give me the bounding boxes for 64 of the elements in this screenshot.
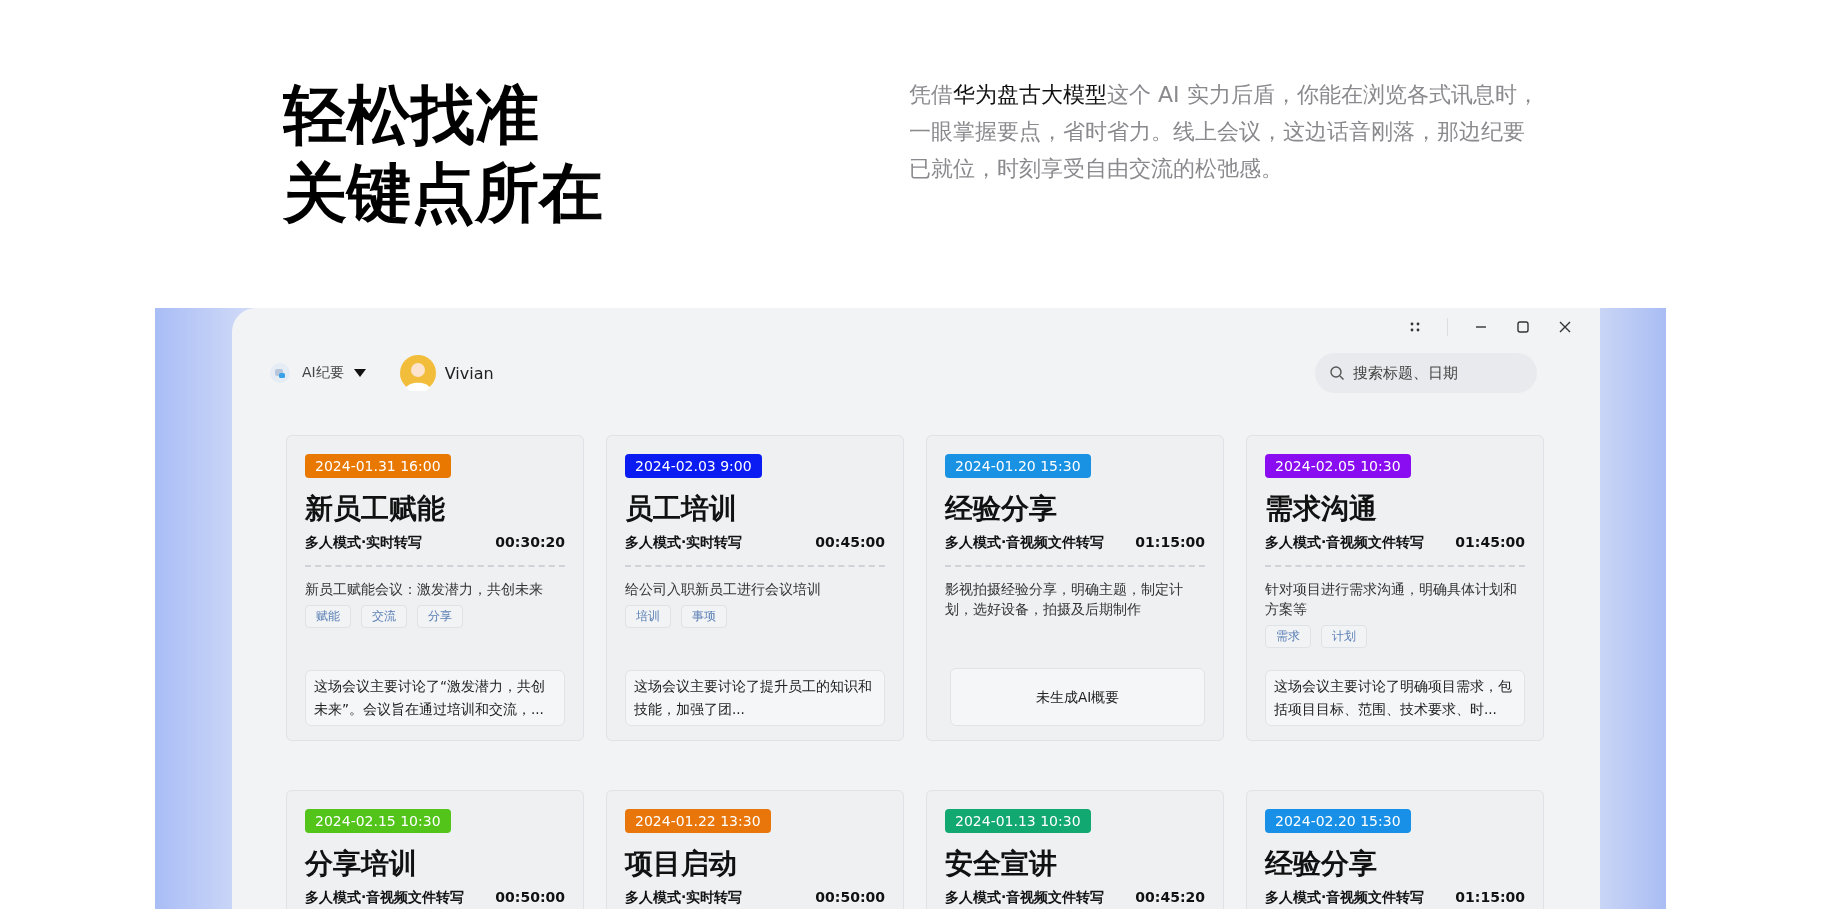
meeting-card[interactable]: 2024-01.22 13:30 项目启动 多人模式·实时转写 00:50:00 <box>606 790 904 909</box>
date-badge: 2024-02.15 10:30 <box>305 809 451 833</box>
meeting-duration: 01:15:00 <box>1135 534 1205 551</box>
meeting-duration: 00:30:20 <box>495 534 565 551</box>
tag-chip[interactable]: 交流 <box>361 605 407 628</box>
meeting-title: 经验分享 <box>945 492 1057 526</box>
app-menu-dropdown[interactable]: AI纪要 <box>302 364 366 382</box>
meeting-card[interactable]: 2024-01.13 10:30 安全宣讲 多人模式·音视频文件转写 00:45:20 <box>926 790 1224 909</box>
meeting-duration: 01:15:00 <box>1455 889 1525 906</box>
tag-chip[interactable]: 培训 <box>625 605 671 628</box>
meeting-title: 经验分享 <box>1265 847 1377 881</box>
tag-chip[interactable]: 分享 <box>417 605 463 628</box>
date-badge: 2024-02.05 10:30 <box>1265 454 1411 478</box>
meeting-description: 新员工赋能会议：激发潜力，共创未来 <box>305 580 543 599</box>
meeting-duration: 00:45:00 <box>815 534 885 551</box>
transcription-mode: 多人模式·实时转写 <box>625 534 743 551</box>
date-badge: 2024-01.13 10:30 <box>945 809 1091 833</box>
meeting-duration: 00:45:20 <box>1135 889 1205 906</box>
meeting-title: 安全宣讲 <box>945 847 1057 881</box>
intro-paragraph: 凭借华为盘古大模型这个 AI 实力后盾，你能在浏览各式讯息时，一眼掌握要点，省时省力。线上会议，这边话音刚落，那边纪要已就位，时刻享受自由交流的松弛感。 <box>909 81 1539 183</box>
app-logo-icon <box>270 363 290 383</box>
caret-icon <box>353 369 366 377</box>
transcription-mode: 多人模式·音视频文件转写 <box>1265 889 1425 906</box>
meeting-card[interactable]: 2024-01.20 15:30 经验分享 多人模式·音视频文件转写 01:15:00 影视拍摄经验分享，明确主题，制定计划，选好设备，拍摄及后期制作 未生成AI概要 <box>926 435 1224 741</box>
transcription-mode: 多人模式·音视频文件转写 <box>1265 534 1425 551</box>
transcription-mode: 多人模式·音视频文件转写 <box>945 889 1105 906</box>
meeting-title: 新员工赋能 <box>305 492 445 526</box>
tag-chip[interactable]: 计划 <box>1321 625 1367 648</box>
meeting-card[interactable]: 2024-02.03 9:00 员工培训 多人模式·实时转写 00:45:00 给公司入职新员工进行会议培训 培训 事项 这场会议主要讨论了提升员工的知识和技能，加强了团... <box>606 435 904 741</box>
date-badge: 2024-01.22 13:30 <box>625 809 771 833</box>
search-field[interactable]: 搜索标题、日期 <box>1315 353 1537 393</box>
meeting-title: 项目启动 <box>625 847 737 881</box>
summary-placeholder: 未生成AI概要 <box>950 668 1205 726</box>
date-badge: 2024-02.20 15:30 <box>1265 809 1411 833</box>
meeting-duration: 00:50:00 <box>495 889 565 906</box>
meeting-title: 员工培训 <box>625 492 737 526</box>
search-icon <box>1329 365 1345 381</box>
meeting-duration: 00:50:00 <box>815 889 885 906</box>
tag-chip[interactable]: 事项 <box>681 605 727 628</box>
meeting-card[interactable]: 2024-02.05 10:30 需求沟通 多人模式·音视频文件转写 01:45:00 针对项目进行需求沟通，明确具体计划和方案等 需求 计划 这场会议主要讨论了明确项目需求，包括项目目标、范围、技术要求、时... <box>1246 435 1544 741</box>
meeting-title: 分享培训 <box>305 847 417 881</box>
date-badge: 2024-01.20 15:30 <box>945 454 1091 478</box>
meeting-card[interactable]: 2024-02.15 10:30 分享培训 多人模式·音视频文件转写 00:50:00 <box>286 790 584 909</box>
date-badge: 2024-01.31 16:00 <box>305 454 451 478</box>
date-badge: 2024-02.03 9:00 <box>625 454 762 478</box>
avatar-icon <box>399 355 436 391</box>
meeting-description: 影视拍摄经验分享，明确主题，制定计划，选好设备，拍摄及后期制作 <box>945 580 1184 619</box>
maximize-icon[interactable] <box>1514 318 1532 336</box>
meeting-card[interactable]: 2024-01.31 16:00 新员工赋能 多人模式·实时转写 00:30:20 新员工赋能会议：激发潜力，共创未来 赋能 交流 分享 这场会议主要讨论了“激发潜力，共创未来”。会议旨在通过培训和交流，... <box>286 435 584 741</box>
user-name: Vivian <box>444 363 494 383</box>
tag-chip[interactable]: 赋能 <box>305 605 351 628</box>
meeting-title: 需求沟通 <box>1265 492 1377 526</box>
ai-summary: 这场会议主要讨论了明确项目需求，包括项目目标、范围、技术要求、时... <box>1265 670 1525 726</box>
meeting-duration: 01:45:00 <box>1455 534 1525 551</box>
transcription-mode: 多人模式·音视频文件转写 <box>305 889 465 906</box>
transcription-mode: 多人模式·实时转写 <box>305 534 423 551</box>
ai-summary: 这场会议主要讨论了“激发潜力，共创未来”。会议旨在通过培训和交流，... <box>305 670 565 726</box>
meeting-description: 给公司入职新员工进行会议培训 <box>625 580 821 599</box>
meeting-description: 针对项目进行需求沟通，明确具体计划和方案等 <box>1265 580 1518 619</box>
transcription-mode: 多人模式·实时转写 <box>625 889 743 906</box>
ai-summary: 这场会议主要讨论了提升员工的知识和技能，加强了团... <box>625 670 885 726</box>
meeting-card[interactable]: 2024-02.20 15:30 经验分享 多人模式·音视频文件转写 01:15:00 <box>1246 790 1544 909</box>
tag-chip[interactable]: 需求 <box>1265 625 1311 648</box>
transcription-mode: 多人模式·音视频文件转写 <box>945 534 1105 551</box>
